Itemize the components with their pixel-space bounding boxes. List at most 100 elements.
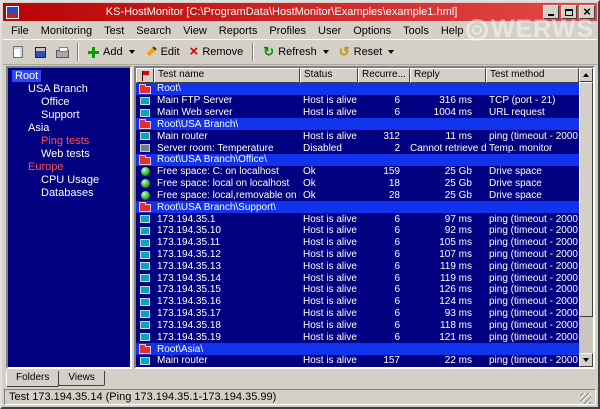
- test-row[interactable]: 173.194.35.18 Host is alive 6 118 ms ping (t…: [136, 320, 579, 332]
- tree-item-web-tests[interactable]: Web tests: [8, 148, 130, 161]
- tree-item-databases[interactable]: Databases: [8, 187, 130, 200]
- tree-item-support[interactable]: Support: [8, 109, 130, 122]
- tree-item-cpu-usage[interactable]: CPU Usage: [8, 174, 130, 187]
- tab-folders[interactable]: Folders: [6, 371, 60, 387]
- maximize-icon: [565, 8, 573, 16]
- tree-item-asia[interactable]: Asia: [8, 122, 130, 135]
- refresh-button[interactable]: Refresh: [258, 42, 333, 62]
- folder-row[interactable]: Root\: [136, 83, 579, 95]
- menu-profiles[interactable]: Profiles: [263, 24, 312, 38]
- test-row[interactable]: Free space: local on localhost Ok 18 25 Gb D…: [136, 178, 579, 190]
- test-row[interactable]: 173.194.35.13 Host is alive 6 119 ms ping (t…: [136, 260, 579, 272]
- tree-item-office[interactable]: Office: [8, 96, 130, 109]
- remove-button-label: Remove: [202, 46, 244, 58]
- cell-recurrences: 159: [383, 166, 400, 178]
- menu-search[interactable]: Search: [130, 24, 177, 38]
- maximize-button[interactable]: [561, 5, 577, 19]
- print-button[interactable]: [51, 42, 73, 62]
- cell-test-method: ping (timeout - 2000: [489, 308, 578, 320]
- cell-reply: 25 Gb: [444, 178, 472, 190]
- add-dropdown-icon[interactable]: [128, 50, 135, 54]
- reset-dropdown-icon[interactable]: [388, 50, 395, 54]
- scroll-down-icon[interactable]: [579, 353, 593, 367]
- reset-button[interactable]: Reset: [334, 42, 400, 62]
- test-row[interactable]: 173.194.35.16 Host is alive 6 124 ms ping (t…: [136, 296, 579, 308]
- row-icon-cell: [136, 226, 154, 235]
- test-row[interactable]: Main Web server Host is alive 6 1004 ms URL …: [136, 107, 579, 119]
- cell-status: Host is alive: [303, 296, 357, 308]
- tree-item-ping-tests[interactable]: Ping tests: [8, 135, 130, 148]
- resize-grip[interactable]: [580, 393, 591, 404]
- column-header-test-method[interactable]: Test method: [486, 68, 579, 83]
- test-row[interactable]: Main FTP Server Host is alive 6 316 ms TCP (…: [136, 95, 579, 107]
- cell-test-method: ping (timeout - 2000: [489, 213, 578, 225]
- menu-options[interactable]: Options: [347, 24, 397, 38]
- tree-item-europe[interactable]: Europe: [8, 161, 130, 174]
- title-bar[interactable]: KS-HostMonitor [C:\ProgramData\HostMonit…: [3, 3, 597, 21]
- cell-test-method: ping (timeout - 2000: [489, 331, 578, 343]
- test-row[interactable]: Server room: Temperature Disabled 2 Cannot …: [136, 142, 579, 154]
- menu-view[interactable]: View: [177, 24, 213, 38]
- cell-status: Host is alive: [303, 308, 357, 320]
- cell-recurrences: 6: [394, 331, 400, 343]
- vertical-scrollbar[interactable]: [579, 68, 593, 367]
- row-icon-cell: [136, 96, 154, 105]
- test-row[interactable]: 173.194.35.10 Host is alive 6 92 ms ping (ti…: [136, 225, 579, 237]
- folder-row[interactable]: Root\USA Branch\Support\: [136, 201, 579, 214]
- column-header-recurrences[interactable]: Recurre...: [358, 68, 410, 83]
- cell-reply: 93 ms: [444, 308, 472, 320]
- folder-row[interactable]: Root\USA Branch\Office\: [136, 153, 579, 166]
- cell-status: Host is alive: [303, 237, 357, 249]
- cell-status: Host is alive: [303, 213, 357, 225]
- test-row[interactable]: 173.194.35.17 Host is alive 6 93 ms ping (ti…: [136, 308, 579, 320]
- test-row[interactable]: Main router Host is alive 157 22 ms ping (ti…: [136, 355, 579, 367]
- menu-help[interactable]: Help: [435, 24, 470, 38]
- menu-monitoring[interactable]: Monitoring: [35, 24, 98, 38]
- test-row[interactable]: 173.194.35.19 Host is alive 6 121 ms ping (t…: [136, 331, 579, 343]
- column-header-status[interactable]: Status: [300, 68, 358, 83]
- test-row[interactable]: 173.194.35.11 Host is alive 6 105 ms ping (t…: [136, 237, 579, 249]
- test-row[interactable]: 173.194.35.1 Host is alive 6 97 ms ping (tim…: [136, 213, 579, 225]
- minimize-button[interactable]: [543, 5, 559, 19]
- tree-item-root[interactable]: Root: [8, 70, 130, 83]
- drive-icon: [140, 190, 150, 200]
- menu-file[interactable]: File: [5, 24, 35, 38]
- folder-row[interactable]: Root\USA Branch\: [136, 118, 579, 131]
- edit-button[interactable]: Edit: [140, 42, 185, 62]
- tab-views[interactable]: Views: [58, 371, 105, 386]
- menu-user[interactable]: User: [312, 24, 347, 38]
- cell-test-name: Main router: [157, 130, 208, 142]
- test-row[interactable]: 173.194.35.12 Host is alive 6 107 ms ping (t…: [136, 249, 579, 261]
- cell-status: Ok: [303, 189, 316, 201]
- test-row[interactable]: 173.194.35.14 Host is alive 6 119 ms ping (t…: [136, 272, 579, 284]
- monitor-icon: [140, 238, 150, 247]
- test-row[interactable]: Free space: C: on localhost Ok 159 25 Gb Dri…: [136, 166, 579, 178]
- test-row[interactable]: 173.194.35.15 Host is alive 6 126 ms ping (t…: [136, 284, 579, 296]
- new-button[interactable]: [7, 42, 29, 62]
- menu-reports[interactable]: Reports: [213, 24, 264, 38]
- cell-test-method: URL request: [489, 107, 545, 119]
- folder-row[interactable]: Root\Asia\: [136, 343, 579, 356]
- tree-item-usa-branch[interactable]: USA Branch: [8, 83, 130, 96]
- menu-test[interactable]: Test: [98, 24, 130, 38]
- column-header-reply[interactable]: Reply: [410, 68, 486, 83]
- scrollbar-thumb[interactable]: [579, 82, 593, 317]
- scroll-up-icon[interactable]: [579, 68, 593, 82]
- close-button[interactable]: [579, 5, 595, 19]
- column-header-test-name[interactable]: Test name: [154, 68, 300, 83]
- remove-button[interactable]: Remove: [185, 42, 249, 62]
- save-button[interactable]: [29, 42, 51, 62]
- column-header-flag[interactable]: [136, 68, 154, 83]
- monitor-icon: [140, 285, 150, 294]
- add-button[interactable]: Add: [83, 42, 140, 62]
- test-row[interactable]: Free space: local,removable on loc...Ok 2…: [136, 189, 579, 201]
- row-icon-cell: [136, 179, 154, 189]
- cell-test-name: 173.194.35.16: [157, 296, 221, 308]
- test-row[interactable]: Main router Host is alive 312 11 ms ping (ti…: [136, 130, 579, 142]
- row-icon-cell: [136, 108, 154, 117]
- toolbar: Add Edit Remove Refresh Reset: [3, 39, 597, 65]
- add-button-label: Add: [103, 46, 123, 58]
- row-icon-cell: [136, 250, 154, 259]
- refresh-dropdown-icon[interactable]: [322, 50, 329, 54]
- menu-tools[interactable]: Tools: [397, 24, 435, 38]
